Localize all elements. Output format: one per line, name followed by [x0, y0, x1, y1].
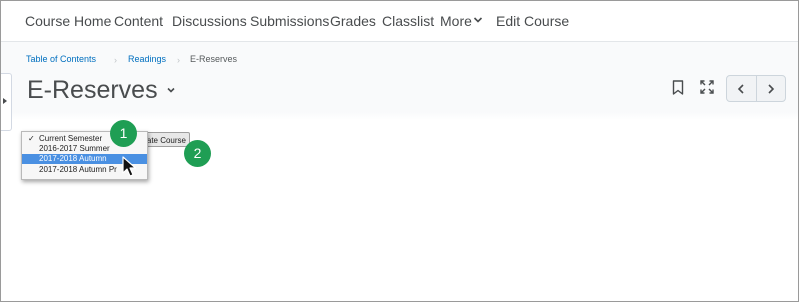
breadcrumb-separator: › [177, 55, 180, 65]
next-button[interactable] [756, 76, 785, 101]
chevron-down-icon[interactable] [166, 85, 176, 95]
course-navbar: Course Home Content Discussions Submissi… [1, 1, 798, 42]
nav-more[interactable]: More [440, 13, 472, 29]
checkmark-icon: ✓ [28, 134, 35, 143]
nav-classlist[interactable]: Classlist [382, 13, 434, 29]
page-title: E-Reserves [27, 76, 158, 104]
mouse-pointer-icon [122, 156, 137, 177]
step-badge-1: 1 [110, 120, 137, 147]
breadcrumb-separator: › [114, 55, 117, 65]
nav-edit-course[interactable]: Edit Course [496, 13, 569, 29]
breadcrumb-current: E-Reserves [190, 54, 238, 64]
breadcrumb-table-of-contents[interactable]: Table of Contents [26, 54, 96, 64]
chevron-down-icon[interactable] [473, 13, 483, 27]
side-panel-toggle[interactable] [1, 73, 12, 131]
fullscreen-icon[interactable] [700, 80, 714, 94]
nav-grades[interactable]: Grades [330, 13, 376, 29]
step-badge-2: 2 [184, 140, 211, 167]
bookmark-icon[interactable] [672, 80, 684, 95]
nav-submissions[interactable]: Submissions [250, 13, 329, 29]
chevron-left-icon [737, 84, 744, 94]
prev-next-group [726, 75, 786, 102]
nav-discussions[interactable]: Discussions [172, 13, 247, 29]
caret-right-icon [3, 98, 7, 104]
chevron-right-icon [768, 84, 775, 94]
previous-button[interactable] [727, 76, 757, 101]
breadcrumb-readings[interactable]: Readings [128, 54, 166, 64]
nav-content[interactable]: Content [114, 13, 163, 29]
nav-course-home[interactable]: Course Home [25, 13, 111, 29]
app-frame: Course Home Content Discussions Submissi… [0, 0, 799, 302]
